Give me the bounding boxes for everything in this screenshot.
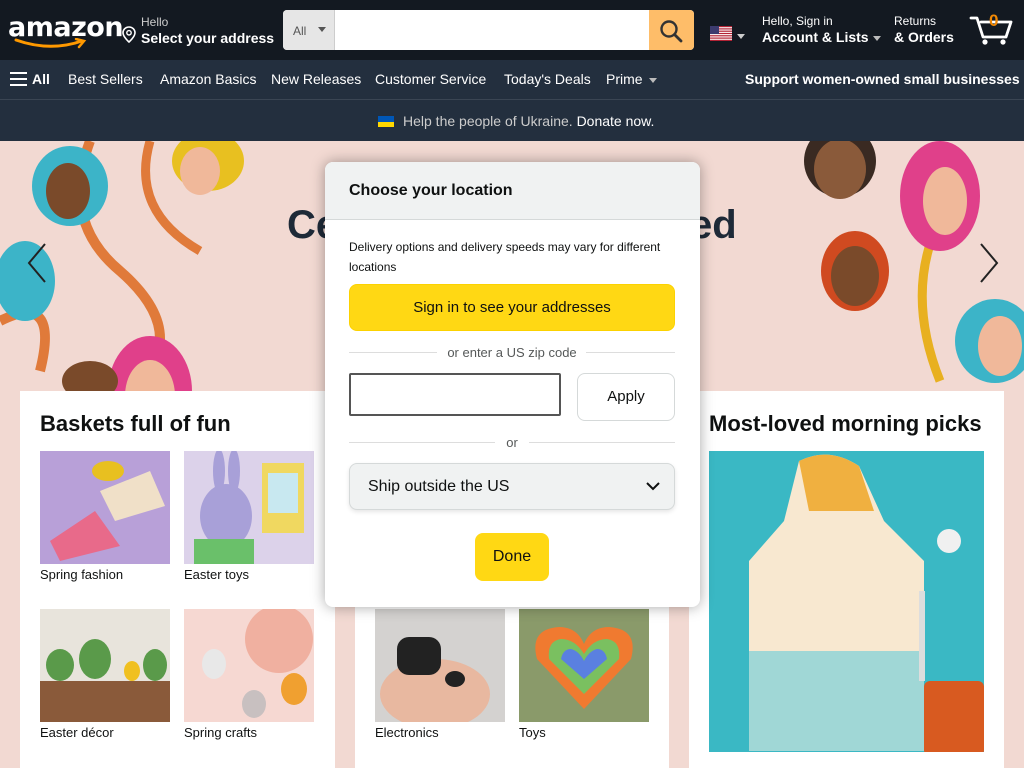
returns-orders-link[interactable]: Returns & Orders	[894, 14, 954, 45]
sign-in-addresses-button[interactable]: Sign in to see your addresses	[349, 284, 675, 331]
or-divider-text: or	[506, 435, 518, 450]
choose-location-modal: Choose your location Delivery options an…	[325, 162, 700, 607]
nav-prime[interactable]: Prime	[606, 71, 657, 87]
ukraine-banner: Help the people of Ukraine. Donate now.	[0, 99, 1024, 141]
search-bar: All	[283, 10, 694, 50]
chevron-down-icon	[648, 77, 657, 83]
nav-todays-deals[interactable]: Today's Deals	[504, 71, 591, 87]
ship-select-value: Ship outside the US	[368, 478, 510, 495]
banner-text: Help the people of Ukraine.	[403, 113, 573, 129]
sub-nav: All Best Sellers Amazon Basics New Relea…	[0, 60, 1024, 99]
nav-new-releases[interactable]: New Releases	[271, 71, 361, 87]
ship-outside-us-select[interactable]: Ship outside the US	[349, 463, 675, 510]
chevron-down-icon	[646, 482, 660, 491]
search-category-dropdown[interactable]: All	[283, 10, 335, 50]
account-greeting: Hello, Sign in	[762, 14, 833, 28]
address-hello: Hello	[141, 15, 169, 29]
search-input[interactable]	[335, 10, 649, 50]
zip-divider-text: or enter a US zip code	[447, 345, 577, 360]
chevron-down-icon	[872, 35, 881, 41]
orders-label: & Orders	[894, 29, 954, 45]
hamburger-menu-icon[interactable]	[10, 72, 27, 86]
address-select: Select your address	[141, 30, 275, 46]
amazon-logo[interactable]: amazon	[8, 10, 124, 50]
account-lists-menu[interactable]: Hello, Sign in Account & Lists	[762, 14, 881, 45]
modal-title: Choose your location	[349, 182, 513, 199]
account-lists-label: Account & Lists	[762, 29, 881, 45]
search-button[interactable]	[649, 10, 694, 50]
us-flag-icon[interactable]	[710, 26, 732, 41]
search-category-label: All	[293, 24, 307, 38]
returns-label: Returns	[894, 14, 937, 28]
zip-divider: or enter a US zip code	[349, 345, 675, 360]
nav-best-sellers[interactable]: Best Sellers	[68, 71, 143, 87]
smile-arrow-icon	[14, 38, 87, 49]
cart-button[interactable]: 0	[968, 10, 1018, 50]
donate-link[interactable]: Donate now.	[577, 113, 655, 129]
top-nav: amazon Hello Select your address All Hel…	[0, 0, 1024, 60]
location-pin-icon	[122, 26, 136, 43]
nav-amazon-basics[interactable]: Amazon Basics	[160, 71, 256, 87]
nav-promo-link[interactable]: Support women-owned small businesses	[745, 71, 1020, 87]
chevron-down-icon	[318, 27, 326, 32]
search-icon	[660, 20, 683, 43]
modal-description: Delivery options and delivery speeds may…	[349, 240, 661, 274]
apply-button[interactable]: Apply	[577, 373, 675, 421]
or-divider: or	[349, 435, 675, 450]
zip-code-input[interactable]	[349, 373, 561, 416]
nav-all[interactable]: All	[32, 71, 50, 87]
ukraine-flag-icon	[378, 116, 394, 127]
done-button[interactable]: Done	[475, 533, 549, 581]
modal-header: Choose your location	[325, 162, 700, 220]
nav-customer-service[interactable]: Customer Service	[375, 71, 486, 87]
cart-count: 0	[989, 11, 999, 30]
language-chevron-icon[interactable]	[737, 34, 745, 39]
